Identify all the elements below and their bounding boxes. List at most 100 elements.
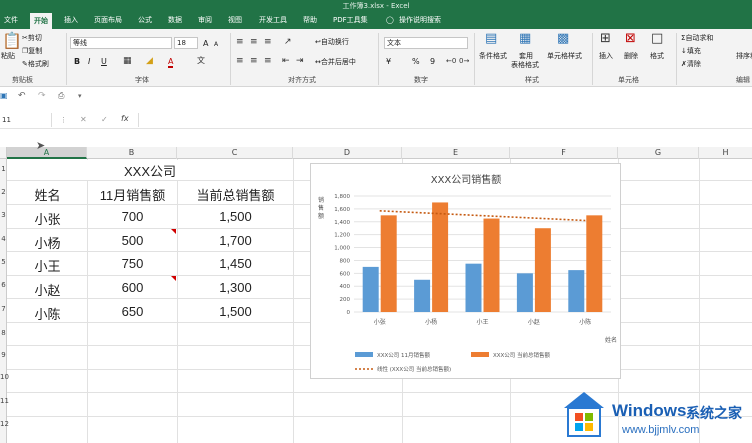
column-header[interactable]: E [402, 147, 510, 159]
row-header[interactable]: 4 [0, 235, 7, 243]
enter-icon[interactable]: ✓ [101, 115, 108, 125]
tab-home[interactable]: 开始 [30, 13, 52, 29]
column-header[interactable]: H [699, 147, 752, 159]
paste-icon[interactable]: 📋 [2, 33, 22, 49]
bold-button[interactable]: B [74, 57, 80, 66]
cancel-icon[interactable]: ✕ [80, 115, 87, 125]
data-cell[interactable]: 小陈 [8, 304, 87, 323]
save-icon[interactable]: ▣ [0, 91, 8, 101]
tab-formulas[interactable]: 公式 [138, 12, 152, 29]
tell-me-search[interactable]: 操作说明搜索 [399, 12, 441, 29]
align-left-icon[interactable]: ≡ [236, 56, 244, 66]
tab-file[interactable]: 文件 [4, 12, 18, 29]
fill-color-icon[interactable]: ◢ [146, 56, 153, 66]
column-header[interactable]: A [7, 147, 87, 159]
row-header[interactable]: 1 [0, 165, 7, 173]
increase-indent-icon[interactable]: ⇥ [296, 56, 304, 66]
align-center-icon[interactable]: ≡ [250, 56, 258, 66]
font-name-select[interactable]: 等线 [70, 37, 172, 49]
autosum-button[interactable]: Σ自动求和 [681, 34, 713, 43]
row-header[interactable]: 9 [0, 351, 7, 359]
border-icon[interactable]: ▦ [123, 56, 132, 66]
orientation-icon[interactable]: ↗ [284, 37, 292, 47]
increase-decimal-icon[interactable]: ←0 [446, 56, 456, 66]
row-header[interactable]: 10 [0, 373, 9, 381]
cut-button[interactable]: ✂剪切 [22, 34, 42, 43]
phonetic-icon[interactable]: 文 [197, 56, 205, 66]
row-header[interactable]: 11 [0, 397, 9, 405]
row-header[interactable]: 3 [0, 211, 7, 219]
print-preview-icon[interactable]: ⎙ [58, 91, 64, 101]
data-cell[interactable]: 1,300 [178, 280, 293, 295]
wrap-text-button[interactable]: ↩自动换行 [315, 38, 349, 47]
data-cell[interactable]: 500 [88, 233, 177, 248]
tab-help[interactable]: 帮助 [303, 12, 317, 29]
font-size-select[interactable]: 18 [174, 37, 198, 49]
decrease-decimal-icon[interactable]: 0→ [459, 56, 469, 66]
percent-button[interactable]: % [412, 57, 420, 66]
data-cell[interactable]: 小赵 [8, 280, 87, 299]
row-header[interactable]: 12 [0, 420, 9, 428]
format-painter-button[interactable]: ✎格式刷 [22, 60, 49, 69]
fill-button[interactable]: ↓填充 [681, 47, 701, 56]
shrink-font-button[interactable]: A [214, 40, 218, 49]
format-table-button[interactable]: 套用 [519, 52, 533, 61]
conditional-format-button[interactable]: 条件格式 [479, 52, 507, 61]
data-cell[interactable]: 小杨 [8, 233, 87, 252]
column-header[interactable]: C [177, 147, 293, 159]
name-box[interactable]: 11 [0, 113, 52, 127]
header-cell-name[interactable]: 姓名 [8, 185, 87, 204]
cell-styles-button[interactable]: 单元格样式 [547, 52, 582, 61]
tab-data[interactable]: 数据 [168, 12, 182, 29]
data-cell[interactable]: 小王 [8, 256, 87, 275]
align-right-icon[interactable]: ≡ [264, 56, 272, 66]
tab-page-layout[interactable]: 页面布局 [94, 12, 122, 29]
format-cells-button[interactable]: 格式 [650, 52, 664, 61]
comment-indicator-icon[interactable] [171, 229, 176, 234]
header-cell-total-sales[interactable]: 当前总销售额 [178, 185, 293, 204]
comma-button[interactable]: 9 [430, 57, 435, 66]
data-cell[interactable]: 750 [88, 256, 177, 271]
tab-pdf[interactable]: PDF工具集 [333, 12, 368, 29]
row-header[interactable]: 2 [0, 188, 7, 196]
decrease-indent-icon[interactable]: ⇤ [282, 56, 290, 66]
column-header[interactable]: F [510, 147, 618, 159]
tab-insert[interactable]: 插入 [64, 12, 78, 29]
tab-developer[interactable]: 开发工具 [259, 12, 287, 29]
redo-icon[interactable]: ↷ [38, 91, 46, 101]
data-cell[interactable]: 1,500 [178, 304, 293, 319]
row-header[interactable]: 5 [0, 258, 7, 266]
row-header[interactable]: 8 [0, 329, 7, 337]
header-cell-nov-sales[interactable]: 11月销售额 [88, 185, 177, 204]
data-cell[interactable]: 700 [88, 209, 177, 224]
italic-button[interactable]: I [88, 57, 90, 66]
delete-cells-button[interactable]: 删除 [624, 52, 638, 61]
tab-view[interactable]: 视图 [228, 12, 242, 29]
data-cell[interactable]: 1,700 [178, 233, 293, 248]
merge-center-button[interactable]: ↔合并后居中 [315, 58, 356, 67]
comment-indicator-icon[interactable] [171, 276, 176, 281]
insert-function-button[interactable]: fx [121, 114, 129, 123]
insert-cells-button[interactable]: 插入 [599, 52, 613, 61]
data-cell[interactable]: 小张 [8, 209, 87, 228]
align-bottom-icon[interactable]: ≡ [264, 37, 272, 47]
formula-options-icon[interactable]: ⋮ [60, 115, 67, 125]
grow-font-button[interactable]: A [203, 39, 208, 48]
column-header[interactable]: B [87, 147, 177, 159]
align-top-icon[interactable]: ≡ [236, 37, 244, 47]
column-header[interactable]: G [618, 147, 699, 159]
customize-qat-icon[interactable]: ▾ [78, 91, 82, 101]
align-middle-icon[interactable]: ≡ [250, 37, 258, 47]
row-header[interactable]: 7 [0, 305, 7, 313]
format-table-button-line2[interactable]: 表格格式 [511, 61, 539, 70]
copy-button[interactable]: ❐复制 [22, 47, 42, 56]
formula-input[interactable] [138, 113, 752, 127]
row-header[interactable]: 6 [0, 281, 7, 289]
number-format-select[interactable]: 文本 [384, 37, 468, 49]
data-cell[interactable]: 1,500 [178, 209, 293, 224]
column-header[interactable]: D [293, 147, 402, 159]
sales-chart[interactable]: XXX公司销售额销售额 0 200 400 600 800 1,000 1,200 1,400 1… [310, 163, 621, 379]
underline-button[interactable]: U [101, 57, 107, 66]
data-cell[interactable]: 600 [88, 280, 177, 295]
tab-review[interactable]: 审阅 [198, 12, 212, 29]
